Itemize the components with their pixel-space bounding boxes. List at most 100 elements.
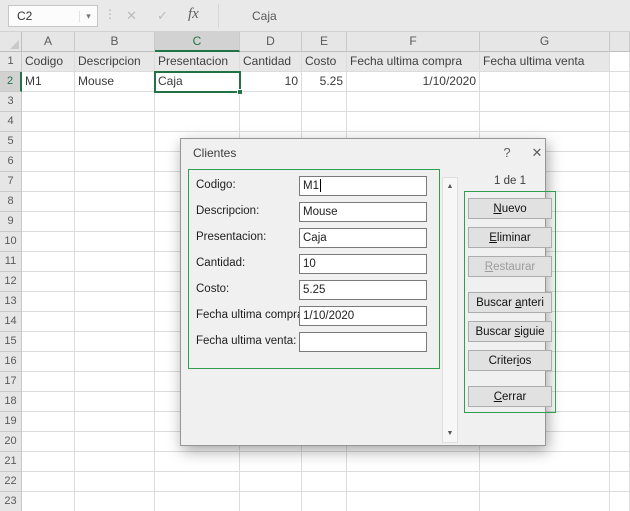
cell-X2[interactable]	[610, 72, 630, 92]
cell-B12[interactable]	[75, 272, 155, 292]
row-header-4[interactable]: 4	[0, 112, 22, 132]
cell-E22[interactable]	[302, 472, 347, 492]
dialog-button-nuevo[interactable]: Nuevo	[468, 198, 552, 219]
row-header-19[interactable]: 19	[0, 412, 22, 432]
row-header-15[interactable]: 15	[0, 332, 22, 352]
cell-A20[interactable]	[22, 432, 75, 452]
cell-A2[interactable]: M1	[22, 72, 75, 92]
row-header-1[interactable]: 1	[0, 52, 22, 72]
cell-B21[interactable]	[75, 452, 155, 472]
column-header-C[interactable]: C	[155, 32, 240, 52]
cell-F21[interactable]	[347, 452, 480, 472]
cell-A23[interactable]	[22, 492, 75, 511]
cell-X8[interactable]	[610, 192, 630, 212]
row-header-11[interactable]: 11	[0, 252, 22, 272]
dialog-button-criterios[interactable]: Criterios	[468, 350, 552, 371]
cell-D1[interactable]: Cantidad	[240, 52, 302, 72]
cell-B16[interactable]	[75, 352, 155, 372]
cell-F22[interactable]	[347, 472, 480, 492]
cell-A17[interactable]	[22, 372, 75, 392]
field-input-costo[interactable]: 5.25	[299, 280, 427, 300]
cell-B9[interactable]	[75, 212, 155, 232]
cell-A18[interactable]	[22, 392, 75, 412]
cell-A10[interactable]	[22, 232, 75, 252]
cell-A5[interactable]	[22, 132, 75, 152]
cell-B7[interactable]	[75, 172, 155, 192]
dialog-button-cerrar[interactable]: Cerrar	[468, 386, 552, 407]
row-header-22[interactable]: 22	[0, 472, 22, 492]
cell-B6[interactable]	[75, 152, 155, 172]
row-header-21[interactable]: 21	[0, 452, 22, 472]
cell-X19[interactable]	[610, 412, 630, 432]
cell-X20[interactable]	[610, 432, 630, 452]
field-input-codigo[interactable]: M1	[299, 176, 427, 196]
field-input-fecha-ultima-venta[interactable]	[299, 332, 427, 352]
dialog-button-restaurar[interactable]: Restaurar	[468, 256, 552, 277]
cell-D23[interactable]	[240, 492, 302, 511]
column-header-F[interactable]: F	[347, 32, 480, 52]
cell-X4[interactable]	[610, 112, 630, 132]
row-header-13[interactable]: 13	[0, 292, 22, 312]
close-icon[interactable]: ✕	[525, 143, 549, 163]
scroll-down-icon[interactable]: ▼	[443, 426, 457, 441]
cell-G3[interactable]	[480, 92, 610, 112]
cell-A6[interactable]	[22, 152, 75, 172]
cell-B10[interactable]	[75, 232, 155, 252]
column-header-G[interactable]: G	[480, 32, 610, 52]
cell-E2[interactable]: 5.25	[302, 72, 347, 92]
row-header-7[interactable]: 7	[0, 172, 22, 192]
cell-B13[interactable]	[75, 292, 155, 312]
column-header-D[interactable]: D	[240, 32, 302, 52]
row-header-5[interactable]: 5	[0, 132, 22, 152]
cell-X16[interactable]	[610, 352, 630, 372]
fill-handle[interactable]	[237, 89, 243, 95]
select-all-corner[interactable]	[0, 32, 22, 52]
row-header-8[interactable]: 8	[0, 192, 22, 212]
name-box-dropdown-icon[interactable]: ▾	[79, 10, 97, 22]
cell-F1[interactable]: Fecha ultima compra	[347, 52, 480, 72]
cell-A16[interactable]	[22, 352, 75, 372]
cell-G22[interactable]	[480, 472, 610, 492]
cell-B3[interactable]	[75, 92, 155, 112]
cell-X12[interactable]	[610, 272, 630, 292]
cell-A19[interactable]	[22, 412, 75, 432]
cell-X10[interactable]	[610, 232, 630, 252]
cell-A21[interactable]	[22, 452, 75, 472]
cell-A4[interactable]	[22, 112, 75, 132]
cell-X3[interactable]	[610, 92, 630, 112]
cell-C21[interactable]	[155, 452, 240, 472]
cell-B1[interactable]: Descripcion	[75, 52, 155, 72]
row-header-6[interactable]: 6	[0, 152, 22, 172]
cell-X15[interactable]	[610, 332, 630, 352]
cell-B5[interactable]	[75, 132, 155, 152]
formula-input[interactable]: Caja	[252, 9, 277, 23]
row-header-16[interactable]: 16	[0, 352, 22, 372]
row-header-20[interactable]: 20	[0, 432, 22, 452]
cell-B20[interactable]	[75, 432, 155, 452]
cell-X11[interactable]	[610, 252, 630, 272]
dialog-button-eliminar[interactable]: Eliminar	[468, 227, 552, 248]
cell-D2[interactable]: 10	[240, 72, 302, 92]
cell-A7[interactable]	[22, 172, 75, 192]
cell-E23[interactable]	[302, 492, 347, 511]
row-header-14[interactable]: 14	[0, 312, 22, 332]
cell-X6[interactable]	[610, 152, 630, 172]
cell-B15[interactable]	[75, 332, 155, 352]
row-header-2[interactable]: 2	[0, 72, 22, 92]
cell-B11[interactable]	[75, 252, 155, 272]
name-box[interactable]: C2 ▾	[8, 5, 98, 27]
cell-B4[interactable]	[75, 112, 155, 132]
cell-E21[interactable]	[302, 452, 347, 472]
cell-B23[interactable]	[75, 492, 155, 511]
field-input-descripcion[interactable]: Mouse	[299, 202, 427, 222]
cell-A8[interactable]	[22, 192, 75, 212]
cell-D21[interactable]	[240, 452, 302, 472]
row-header-12[interactable]: 12	[0, 272, 22, 292]
field-input-presentacion[interactable]: Caja	[299, 228, 427, 248]
cell-X13[interactable]	[610, 292, 630, 312]
cell-B18[interactable]	[75, 392, 155, 412]
cell-B17[interactable]	[75, 372, 155, 392]
cell-X1[interactable]	[610, 52, 630, 72]
cell-A9[interactable]	[22, 212, 75, 232]
enter-icon[interactable]: ✓	[157, 8, 168, 24]
